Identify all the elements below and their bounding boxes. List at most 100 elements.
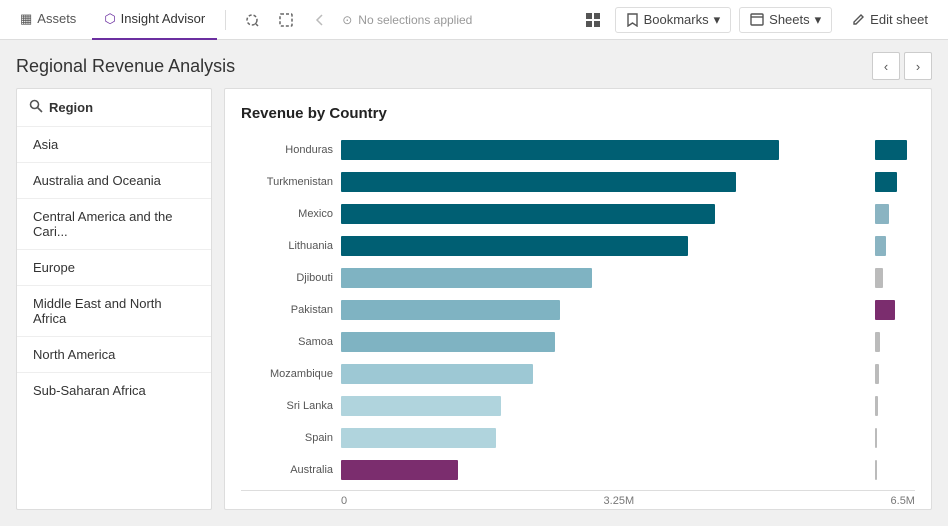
bar-fill [341, 204, 715, 224]
bar-fill [341, 236, 688, 256]
bar-row[interactable]: Djibouti [241, 262, 915, 294]
bar-fill [341, 460, 458, 480]
bar-row[interactable]: Mozambique [241, 358, 915, 390]
bar-label: Australia [241, 464, 341, 476]
bar-row[interactable]: Honduras [241, 134, 915, 166]
axis-label-325: 3.25M [604, 495, 635, 507]
tab-insight-advisor[interactable]: ⬡ Insight Advisor [92, 0, 217, 40]
sheets-btn[interactable]: Sheets ▾ [739, 7, 832, 33]
prev-page-btn[interactable]: ‹ [872, 52, 900, 80]
bar-track [341, 364, 875, 384]
bar-label: Sri Lanka [241, 400, 341, 412]
bar-track [341, 268, 875, 288]
top-navigation: ▦ Assets ⬡ Insight Advisor ⊙ No selectio… [0, 0, 948, 40]
bar-right-fill [875, 172, 897, 192]
tab-insight-label: Insight Advisor [121, 11, 206, 26]
chart-axis: 0 3.25M 6.5M [241, 490, 915, 507]
bar-right-section [875, 140, 915, 160]
revenue-chart-card: Revenue by Country Honduras Turkmenistan M… [224, 88, 932, 510]
bar-right-fill [875, 460, 877, 480]
bar-track [341, 460, 875, 480]
toolbar-icons [238, 6, 334, 34]
bar-fill [341, 364, 533, 384]
bar-row[interactable]: Australia [241, 454, 915, 486]
page: Regional Revenue Analysis ‹ › Region Asi… [0, 40, 948, 526]
bar-fill [341, 300, 560, 320]
sidebar-item-europe[interactable]: Europe [17, 250, 211, 286]
sidebar-search-header: Region [17, 89, 211, 127]
bookmarks-btn[interactable]: Bookmarks ▾ [615, 7, 732, 33]
bar-right-fill [875, 364, 879, 384]
bar-label: Samoa [241, 336, 341, 348]
bar-right-section [875, 332, 915, 352]
bar-right-section [875, 460, 915, 480]
bar-fill [341, 396, 501, 416]
bookmarks-chevron: ▾ [714, 12, 721, 28]
sidebar-item-north-america[interactable]: North America [17, 337, 211, 373]
bar-right-fill [875, 268, 883, 288]
nav-right: Bookmarks ▾ Sheets ▾ Edit sheet [579, 6, 940, 34]
back-btn[interactable] [306, 6, 334, 34]
region-sidebar: Region Asia Australia and Oceania Centra… [16, 88, 212, 510]
bar-fill [341, 268, 592, 288]
sidebar-item-middle-east[interactable]: Middle East and North Africa [17, 286, 211, 337]
bar-row[interactable]: Spain [241, 422, 915, 454]
grid-view-btn[interactable] [579, 6, 607, 34]
rect-select-btn[interactable] [272, 6, 300, 34]
bar-label: Spain [241, 432, 341, 444]
assets-icon: ▦ [20, 11, 32, 27]
bar-label: Lithuania [241, 240, 341, 252]
tab-assets[interactable]: ▦ Assets [8, 0, 88, 40]
bar-label: Honduras [241, 144, 341, 156]
nav-divider [225, 10, 226, 30]
bar-track [341, 428, 875, 448]
no-selections-indicator: ⊙ No selections applied [342, 13, 472, 27]
page-header: Regional Revenue Analysis ‹ › [0, 40, 948, 88]
bar-fill [341, 428, 496, 448]
search-icon [29, 99, 43, 116]
bar-row[interactable]: Mexico [241, 198, 915, 230]
chart-content: Honduras Turkmenistan Mexico Lithuania Djibo… [241, 134, 915, 510]
sidebar-item-australia[interactable]: Australia and Oceania [17, 163, 211, 199]
bar-fill [341, 140, 779, 160]
bar-right-fill [875, 140, 907, 160]
bar-row[interactable]: Pakistan [241, 294, 915, 326]
sidebar-item-central-america[interactable]: Central America and the Cari... [17, 199, 211, 250]
no-selections-label: No selections applied [358, 13, 472, 27]
bar-track [341, 204, 875, 224]
chart-title: Revenue by Country [241, 105, 915, 122]
bar-track [341, 300, 875, 320]
axis-label-0: 0 [341, 495, 347, 507]
next-page-btn[interactable]: › [904, 52, 932, 80]
edit-sheet-label: Edit sheet [870, 12, 928, 27]
sidebar-item-sub-saharan[interactable]: Sub-Saharan Africa [17, 373, 211, 408]
bar-right-section [875, 172, 915, 192]
bar-right-fill [875, 300, 895, 320]
no-sel-icon: ⊙ [342, 13, 352, 27]
bar-right-section [875, 268, 915, 288]
bar-label: Pakistan [241, 304, 341, 316]
content-area: Region Asia Australia and Oceania Centra… [0, 88, 948, 526]
page-navigation: ‹ › [872, 52, 932, 80]
bar-label: Mexico [241, 208, 341, 220]
bar-row[interactable]: Samoa [241, 326, 915, 358]
edit-sheet-btn[interactable]: Edit sheet [840, 8, 940, 31]
lasso-select-btn[interactable] [238, 6, 266, 34]
bookmarks-label: Bookmarks [644, 12, 709, 27]
sidebar-title: Region [49, 100, 93, 115]
insight-icon: ⬡ [104, 11, 115, 27]
bar-row[interactable]: Lithuania [241, 230, 915, 262]
page-title: Regional Revenue Analysis [16, 56, 235, 77]
bar-right-fill [875, 396, 878, 416]
bar-track [341, 140, 875, 160]
bar-track [341, 332, 875, 352]
sidebar-item-asia[interactable]: Asia [17, 127, 211, 163]
bar-label: Djibouti [241, 272, 341, 284]
bar-row[interactable]: Sri Lanka [241, 390, 915, 422]
sheets-chevron: ▾ [815, 12, 822, 28]
bar-track [341, 236, 875, 256]
bar-row[interactable]: Turkmenistan [241, 166, 915, 198]
axis-label-65: 6.5M [891, 495, 915, 507]
axis-labels: 0 3.25M 6.5M [341, 495, 915, 507]
bar-right-section [875, 300, 915, 320]
